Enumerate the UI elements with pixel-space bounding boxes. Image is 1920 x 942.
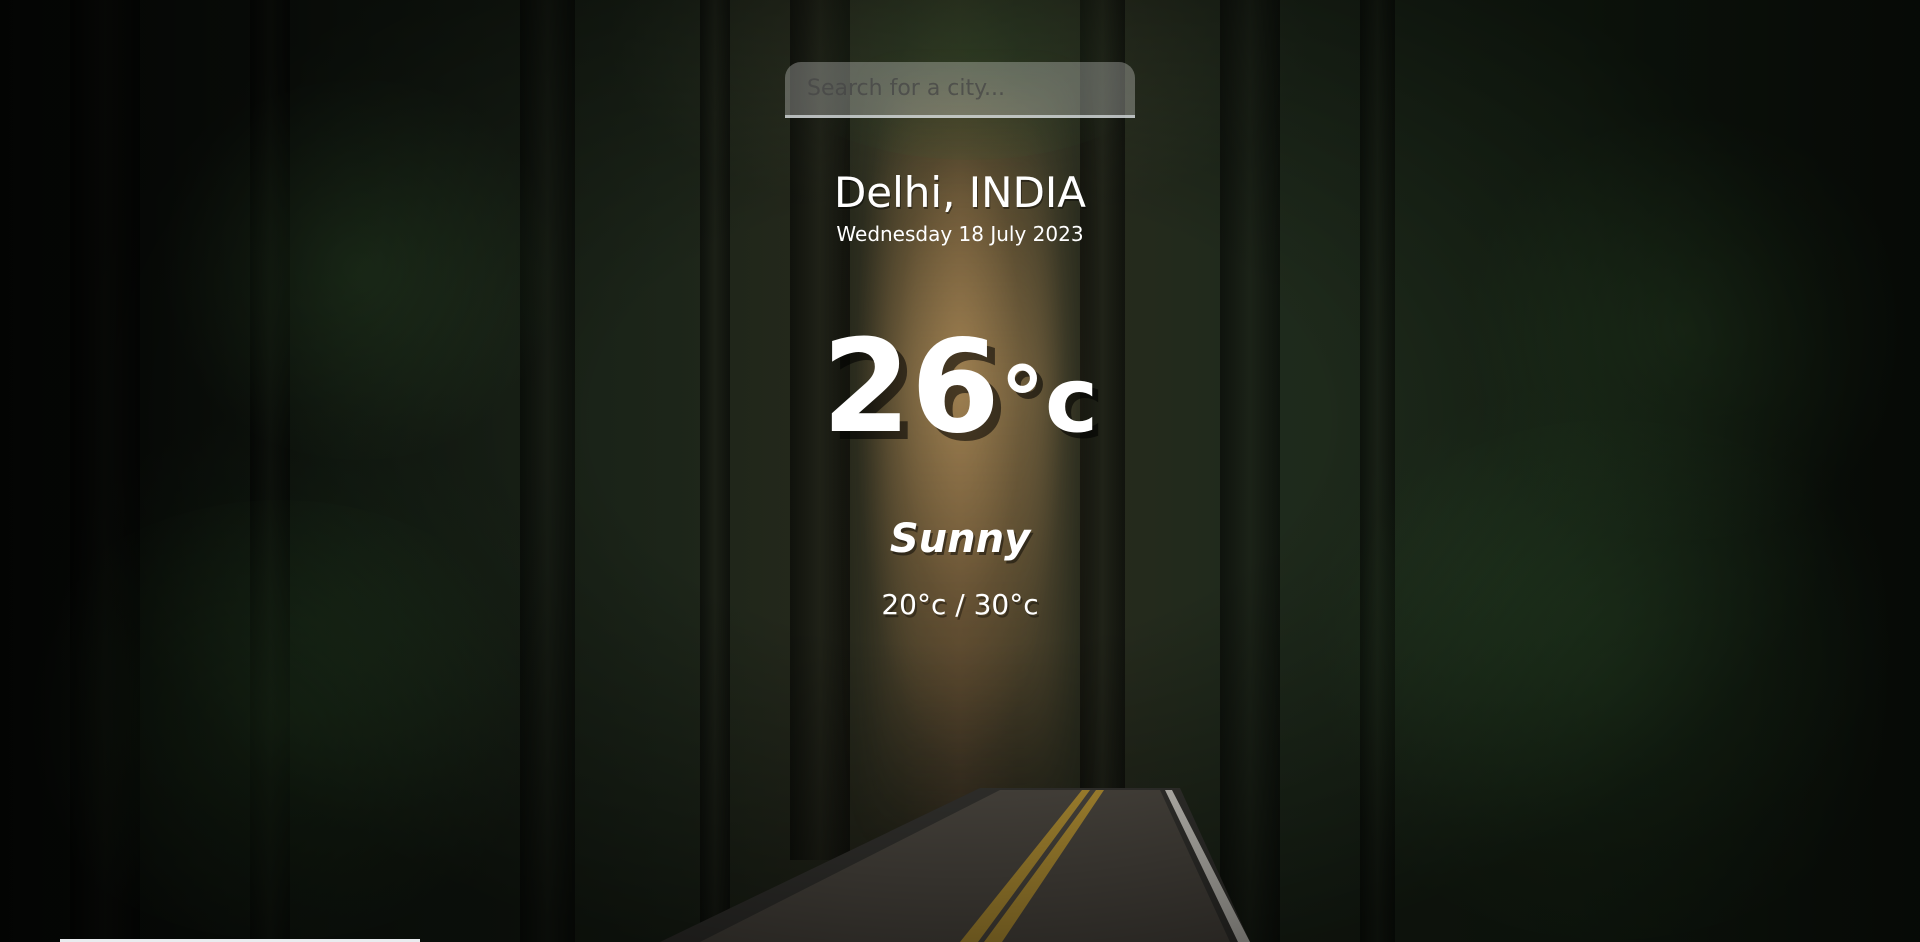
search-input[interactable]	[785, 62, 1135, 118]
vignette-overlay	[0, 0, 1920, 942]
current-temperature: 26°c	[0, 317, 1920, 459]
temperature-range: 20°c / 30°c	[881, 588, 1039, 621]
weather-condition: Sunny	[889, 516, 1031, 562]
location-section: Delhi, INDIA Wednesday 18 July 2023	[0, 168, 1920, 246]
current-date: Wednesday 18 July 2023	[836, 222, 1084, 247]
temperature-value: 26	[821, 313, 1000, 462]
forest-road-background	[0, 0, 1920, 942]
temperature-unit: °c	[999, 348, 1099, 453]
city-name: Delhi, INDIA	[833, 168, 1087, 217]
